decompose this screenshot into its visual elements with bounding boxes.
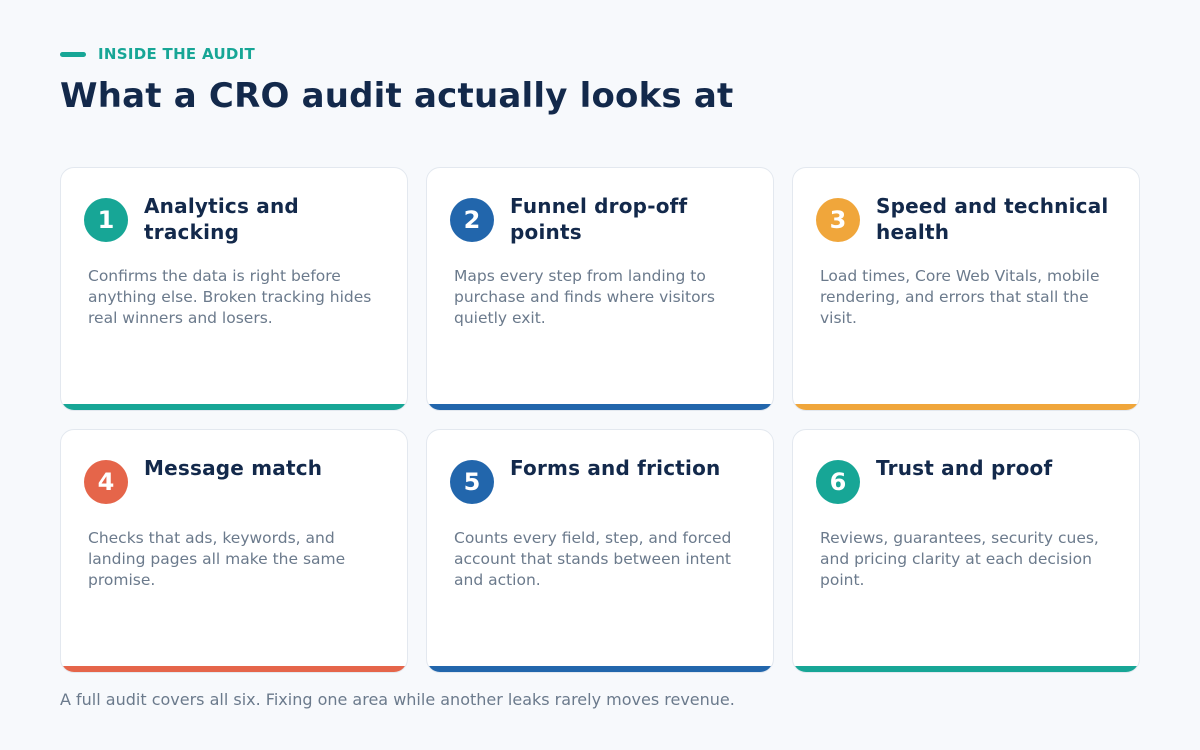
card-title: Trust and proof xyxy=(876,456,1053,480)
card-description: Counts every field, step, and forced acc… xyxy=(454,529,732,589)
card-number-badge: 4 xyxy=(84,460,128,504)
card-description: Confirms the data is right before anythi… xyxy=(88,267,372,327)
card-accent-bar xyxy=(793,404,1139,410)
card-speed-technical: 3 Speed and technical health Load times,… xyxy=(792,167,1140,411)
footer-note: A full audit covers all six. Fixing one … xyxy=(60,690,735,709)
card-description: Checks that ads, keywords, and landing p… xyxy=(88,529,346,589)
eyebrow: INSIDE THE AUDIT xyxy=(60,44,255,64)
card-title: Forms and friction xyxy=(510,456,721,480)
card-number-badge: 1 xyxy=(84,198,128,242)
card-accent-bar xyxy=(793,666,1139,672)
eyebrow-accent-bar xyxy=(60,51,86,57)
card-number-badge: 6 xyxy=(816,460,860,504)
eyebrow-label: INSIDE THE AUDIT xyxy=(98,45,256,63)
card-message-match: 4 Message match Checks that ads, keyword… xyxy=(60,429,408,673)
card-accent-bar xyxy=(427,666,773,672)
card-trust-proof: 6 Trust and proof Reviews, guarantees, s… xyxy=(792,429,1140,673)
card-accent-bar xyxy=(427,404,773,410)
card-title: Speed and technical health xyxy=(876,194,1109,244)
card-title: Message match xyxy=(144,456,323,480)
card-description: Maps every step from landing to purchase… xyxy=(454,267,715,327)
card-accent-bar xyxy=(61,404,407,410)
card-number-badge: 2 xyxy=(450,198,494,242)
page-title: What a CRO audit actually looks at xyxy=(60,76,734,116)
card-description: Reviews, guarantees, security cues, and … xyxy=(820,529,1099,589)
card-title: Funnel drop-off points xyxy=(510,194,688,244)
card-description: Load times, Core Web Vitals, mobile rend… xyxy=(820,267,1100,327)
card-forms-friction: 5 Forms and friction Counts every field,… xyxy=(426,429,774,673)
card-funnel-drop-off: 2 Funnel drop-off points Maps every step… xyxy=(426,167,774,411)
card-title: Analytics and tracking xyxy=(144,194,299,244)
card-number-badge: 3 xyxy=(816,198,860,242)
card-number-badge: 5 xyxy=(450,460,494,504)
card-analytics-tracking: 1 Analytics and tracking Confirms the da… xyxy=(60,167,408,411)
card-accent-bar xyxy=(61,666,407,672)
